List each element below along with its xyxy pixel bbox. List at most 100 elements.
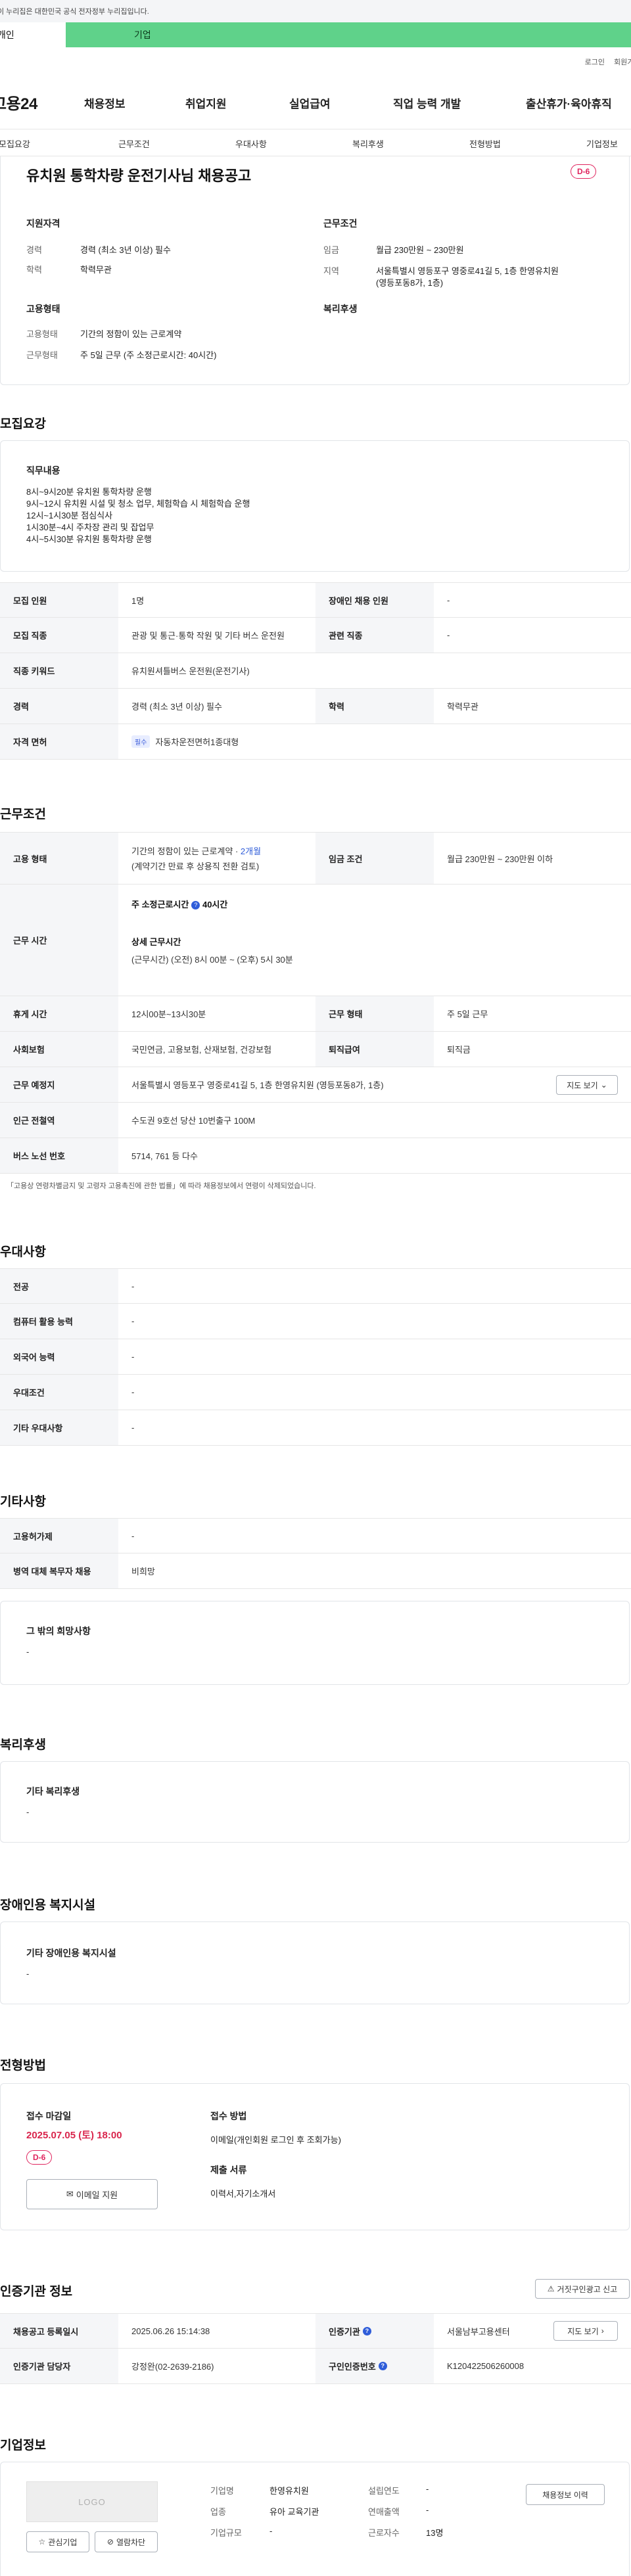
tab-personal[interactable]: 개인 [0,22,66,47]
site-logo[interactable]: 고용24 [0,91,37,114]
major-value: - [131,1281,135,1291]
user-type-tabs: 개인 기업 [0,22,631,47]
severance-label: 퇴직급여 [316,1032,434,1067]
snb-item-conditions[interactable]: 근무조건 [118,137,150,150]
emp-type-value-cell: 기간의 정함이 있는 근로계약 · 2개월 (계약기간 만료 후 상용직 전환 … [118,833,316,884]
signup-link[interactable]: 회원가입 [614,57,631,67]
gnb-item-jobs[interactable]: 채용정보 [84,95,126,111]
table-row: 모집 직종 관광 및 통근·통학 작원 및 기타 버스 운전원 관련 직종 - [0,618,631,653]
location-value: 서울특별시 영등포구 영중로41길 5, 1층 한영유치원 (영등포동8가, 1… [131,1080,384,1090]
employees-label: 근로자수 [368,2528,400,2538]
info-icon[interactable]: ? [362,2326,371,2335]
report-false-ad-button[interactable]: ⚠ 거짓구인광고 신고 [535,2279,630,2299]
license-value-cell: 필수 자동차운전면허1종대형 [118,724,631,759]
block-view-button[interactable]: ⊘ 열람차단 [95,2531,158,2552]
insurance-label: 사회보험 [0,1032,118,1067]
snb-item-preference[interactable]: 우대사항 [235,137,267,150]
chevron-down-icon: ⌄ [600,1080,607,1090]
mail-icon: ✉ [66,2189,74,2199]
military-value: 비희망 [131,1567,155,1576]
table-row: 버스 노선 번호 5714, 761 등 다수 [0,1138,631,1174]
break-value: 12시00분~13시30분 [131,1009,206,1019]
welfare-heading: 복리후생 [323,304,358,314]
agency-map-button[interactable]: 지도 보기 › [553,2321,618,2341]
login-link[interactable]: 로그인 [585,57,605,67]
hope-value: - [26,1647,30,1657]
agency-value: 서울남부고용센터 [447,2326,510,2337]
worktype-label: 근무 형태 [316,996,434,1031]
wage-value: 월급 230만원 ~ 230만원 [376,245,464,255]
emp-type-value: 기간의 정함이 있는 근로계약 · [131,846,241,856]
table-row: 고용허가제 - [0,1518,631,1553]
conditions-section-title: 근무조건 [0,808,46,821]
welfare-box-heading: 기타 복리후생 [26,1786,80,1797]
snb-item-selection[interactable]: 전형방법 [469,137,501,150]
duty-heading: 직무내용 [26,465,60,476]
chevron-right-icon: › [601,2326,604,2335]
education-label: 학력 [26,265,42,275]
block-icon: ⊘ [106,2537,114,2546]
jobno-label-cell: 구인인증번호? [316,2349,434,2383]
deadline-heading: 접수 마감일 [26,2111,72,2121]
region-label: 지역 [323,266,339,276]
snb-item-company[interactable]: 기업정보 [586,137,618,150]
preference-section-title: 우대사항 [0,1245,46,1259]
contract-months: 2개월 [240,846,262,856]
cert-section-title: 인증기관 정보 [0,2285,73,2299]
related-job-value: - [447,630,450,640]
career-label: 경력 [26,245,42,255]
recruit-edu-value: 학력무관 [447,702,479,712]
email-apply-button[interactable]: ✉ 이메일 지원 [26,2179,158,2209]
table-row: 인근 전철역 수도권 9호선 당산 10번출구 100M [0,1103,631,1138]
wage-cond-value: 월급 230만원 ~ 230만원 이하 [447,854,553,864]
siren-icon: ⚠ [547,2284,555,2293]
job-keyword-label: 직종 키워드 [0,653,118,688]
reg-date-label: 채용공고 등록일시 [0,2314,118,2348]
info-icon[interactable]: ? [191,901,200,910]
work-hours-label: 근무 시간 [0,885,118,996]
gnb-item-unemployment[interactable]: 실업급여 [289,95,331,111]
industry-value: 유아 교육기관 [269,2507,319,2517]
recruit-edu-label: 학력 [316,689,434,724]
snb-item-recruit[interactable]: 모집요강 [0,137,30,150]
tab-company[interactable]: 기업 [66,22,631,47]
subway-label: 인근 전철역 [0,1103,118,1138]
util-links: 로그인 회원가입 [585,57,631,67]
table-row: 근무 시간 주 소정근로시간? 40시간 상세 근무시간 (근무시간) (오전)… [0,885,631,996]
emp-type-label: 고용 형태 [0,833,118,884]
permit-label: 고용허가제 [0,1519,118,1553]
severance-value: 퇴직금 [447,1045,471,1055]
job-history-button[interactable]: 채용정보 이력 [526,2484,605,2505]
other-pref-value: - [131,1423,135,1433]
snb-item-welfare[interactable]: 복리후생 [352,137,384,150]
method-heading: 접수 방법 [210,2111,247,2121]
gnb-item-employment-support[interactable]: 취업지원 [185,95,227,111]
interest-company-button[interactable]: ☆ 관심기업 [26,2531,89,2552]
break-label: 휴게 시간 [0,996,118,1031]
info-icon[interactable]: ? [378,2362,387,2370]
recruit-count-label: 모집 인원 [0,583,118,617]
welfare-box-value: - [26,1807,30,1817]
welfare-section-title: 복리후생 [0,1738,46,1752]
detail-hours-title: 상세 근무시간 [131,937,181,947]
map-view-button[interactable]: 지도 보기 ⌄ [556,1075,618,1095]
method-value: 이메일(개인회원 로그인 후 조회가능) [210,2135,341,2145]
duty-line-5: 4시~5시30분 유치원 통학차량 운행 [26,534,152,544]
disabled-box-heading: 기타 장애인용 복지시설 [26,1948,116,1958]
gnb-item-training[interactable]: 직업 능력 개발 [393,95,461,111]
table-row: 인증기관 담당자 강정완(02-2639-2186) 구인인증번호? K1204… [0,2349,631,2384]
jobno-value: K120422506260008 [447,2361,525,2371]
company-size-value: - [269,2526,273,2536]
table-row: 외국어 능력 - [0,1339,631,1375]
bus-value: 5714, 761 등 다수 [131,1151,198,1161]
table-row: 병역 대체 복무자 채용 비희망 [0,1553,631,1589]
jobno-label: 구인인증번호 [329,2362,376,2372]
page-title: 유치원 통학차량 운전기사님 채용공고 [26,168,252,184]
recruit-career-label: 경력 [0,689,118,724]
gnb-item-parental-leave[interactable]: 출산휴가·육아휴직 [526,95,631,111]
worktype-value: 주 5일 근무 [447,1009,488,1019]
recruit-job-label: 모집 직종 [0,618,118,653]
disabled-section-title: 장애인용 복지시설 [0,1898,96,1912]
company-section-title: 기업정보 [0,2439,46,2452]
table-row: 기타 우대사항 - [0,1410,631,1446]
